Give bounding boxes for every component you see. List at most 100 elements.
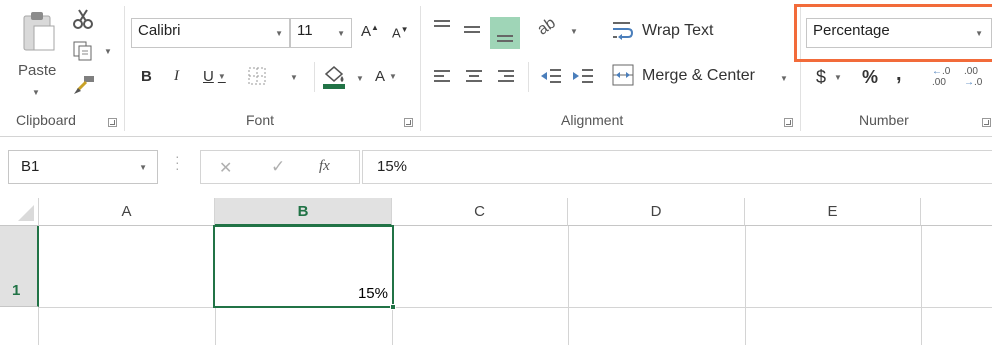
borders-button[interactable]: ▼ — [248, 67, 300, 87]
align-bottom-icon — [497, 35, 513, 45]
paste-label: Paste — [18, 62, 57, 79]
font-size-value: 11 — [297, 22, 313, 39]
wrap-text-button[interactable]: Wrap Text — [612, 20, 732, 46]
font-name-combo[interactable]: Calibri ▼ — [131, 18, 290, 48]
chevron-down-icon: ▼ — [975, 29, 983, 38]
column-header-c[interactable]: C — [392, 198, 568, 226]
increase-decimal-button[interactable]: ←.0 .00 — [932, 66, 960, 90]
formula-buttons-area: ✕ ✓ fx — [200, 150, 360, 184]
bold-button[interactable]: B — [141, 69, 152, 84]
align-bottom-button[interactable] — [490, 17, 520, 49]
number-format-combo[interactable]: Percentage ▼ — [806, 18, 992, 48]
row-header-2[interactable] — [0, 307, 39, 345]
number-format-value: Percentage — [813, 22, 890, 39]
number-group-label: Number — [859, 112, 909, 128]
decrease-font-size-button[interactable]: A▼ — [392, 25, 409, 41]
cell-b1[interactable]: 15% — [213, 225, 396, 310]
cancel-icon[interactable]: ✕ — [219, 158, 232, 178]
italic-button[interactable]: I — [174, 69, 179, 84]
clipboard-dialog-launcher-icon[interactable] — [108, 118, 117, 127]
align-top-icon[interactable] — [434, 20, 450, 30]
wrap-text-label: Wrap Text — [642, 22, 714, 39]
bold-label: B — [141, 68, 152, 85]
cell-a1[interactable] — [40, 227, 214, 306]
copy-button[interactable]: ▼ — [72, 40, 114, 62]
font-color-label: A — [375, 68, 386, 85]
grid-line — [39, 307, 992, 308]
group-separator — [528, 62, 529, 92]
borders-icon — [248, 67, 266, 85]
percent-style-button[interactable]: % — [862, 68, 878, 86]
increase-indent-icon[interactable] — [572, 68, 594, 86]
currency-label: $ — [816, 67, 827, 87]
font-color-button[interactable]: A ▼ — [375, 69, 397, 84]
decrease-indent-icon[interactable] — [540, 68, 562, 86]
left-arrow-icon: ← — [932, 66, 942, 77]
group-separator — [420, 6, 421, 131]
formula-input-value: 15% — [377, 158, 408, 175]
column-header-e[interactable]: E — [745, 198, 921, 226]
fill-bucket-icon — [323, 66, 345, 89]
fill-color-button[interactable]: ▼ — [322, 64, 368, 90]
shrink-font-label: A — [392, 25, 401, 41]
name-box[interactable]: B1 ▼ — [8, 150, 158, 184]
format-painter-icon[interactable] — [72, 74, 96, 96]
column-header-a[interactable]: A — [39, 198, 215, 226]
cell-c1[interactable] — [393, 227, 567, 306]
merge-center-label: Merge & Center — [642, 67, 755, 84]
decrease-decimal-button[interactable]: .00 →.0 — [964, 66, 992, 90]
italic-label: I — [174, 68, 179, 84]
decrease-decimal-bottom-label: .0 — [974, 77, 983, 88]
orientation-button[interactable]: ab ▼ — [534, 15, 582, 44]
select-all-triangle-icon — [18, 205, 34, 221]
increase-decimal-bottom-label: .00 — [932, 77, 946, 88]
align-left-icon[interactable] — [434, 70, 450, 85]
increase-decimal-top-label: .0 — [942, 66, 951, 77]
formula-bar-grip-icon[interactable]: · · · — [175, 149, 180, 175]
column-header-d[interactable]: D — [568, 198, 745, 226]
row-header-label: 1 — [12, 282, 21, 299]
orientation-icon: ab — [534, 14, 559, 39]
cell-e1[interactable] — [746, 227, 920, 306]
paste-dropdown-caret[interactable]: ▼ — [32, 88, 40, 97]
align-right-icon[interactable] — [498, 70, 514, 85]
enter-icon[interactable]: ✓ — [271, 157, 285, 177]
chevron-down-icon: ▼ — [290, 73, 298, 82]
insert-function-button[interactable]: fx — [319, 158, 330, 175]
chevron-down-icon[interactable]: ▼ — [139, 163, 147, 172]
chevron-down-icon: ▼ — [337, 29, 345, 38]
cell-d1[interactable] — [569, 227, 744, 306]
row-header-1[interactable]: 1 — [0, 226, 39, 307]
formula-input[interactable]: 15% — [362, 150, 992, 184]
comma-style-button[interactable]: , — [896, 64, 902, 84]
underline-button[interactable]: U ▼ — [203, 69, 226, 84]
number-dialog-launcher-icon[interactable] — [982, 118, 991, 127]
column-header-f[interactable] — [921, 198, 992, 226]
wrap-text-icon — [613, 22, 634, 40]
cell-b1-value: 15% — [357, 285, 388, 302]
copy-dropdown-caret[interactable]: ▼ — [104, 47, 112, 56]
font-size-combo[interactable]: 11 ▼ — [290, 18, 352, 48]
grid-line — [921, 226, 922, 345]
merge-center-button[interactable]: Merge & Center ▼ — [612, 64, 792, 92]
increase-font-size-button[interactable]: A▲ — [361, 24, 379, 40]
merge-center-icon — [612, 64, 634, 86]
align-middle-icon[interactable] — [464, 26, 480, 36]
group-separator — [124, 6, 125, 131]
paste-icon — [23, 12, 55, 51]
chevron-down-icon: ▼ — [570, 27, 578, 36]
chevron-down-icon: ▼ — [389, 72, 397, 82]
name-box-value: B1 — [21, 158, 40, 175]
column-header-b[interactable]: B — [215, 198, 392, 226]
font-dialog-launcher-icon[interactable] — [404, 118, 413, 127]
worksheet-grid: A B C D E 1 15% — [0, 198, 992, 345]
chevron-down-icon: ▼ — [780, 74, 788, 83]
clipboard-group-label: Clipboard — [16, 112, 76, 128]
paste-button[interactable]: Paste ▼ — [14, 8, 64, 98]
align-center-icon[interactable] — [466, 70, 482, 85]
cut-icon[interactable] — [72, 8, 94, 30]
select-all-button[interactable] — [0, 198, 39, 226]
chevron-down-icon: ▼ — [834, 73, 842, 83]
alignment-dialog-launcher-icon[interactable] — [784, 118, 793, 127]
accounting-format-button[interactable]: $ ▼ — [816, 68, 842, 86]
